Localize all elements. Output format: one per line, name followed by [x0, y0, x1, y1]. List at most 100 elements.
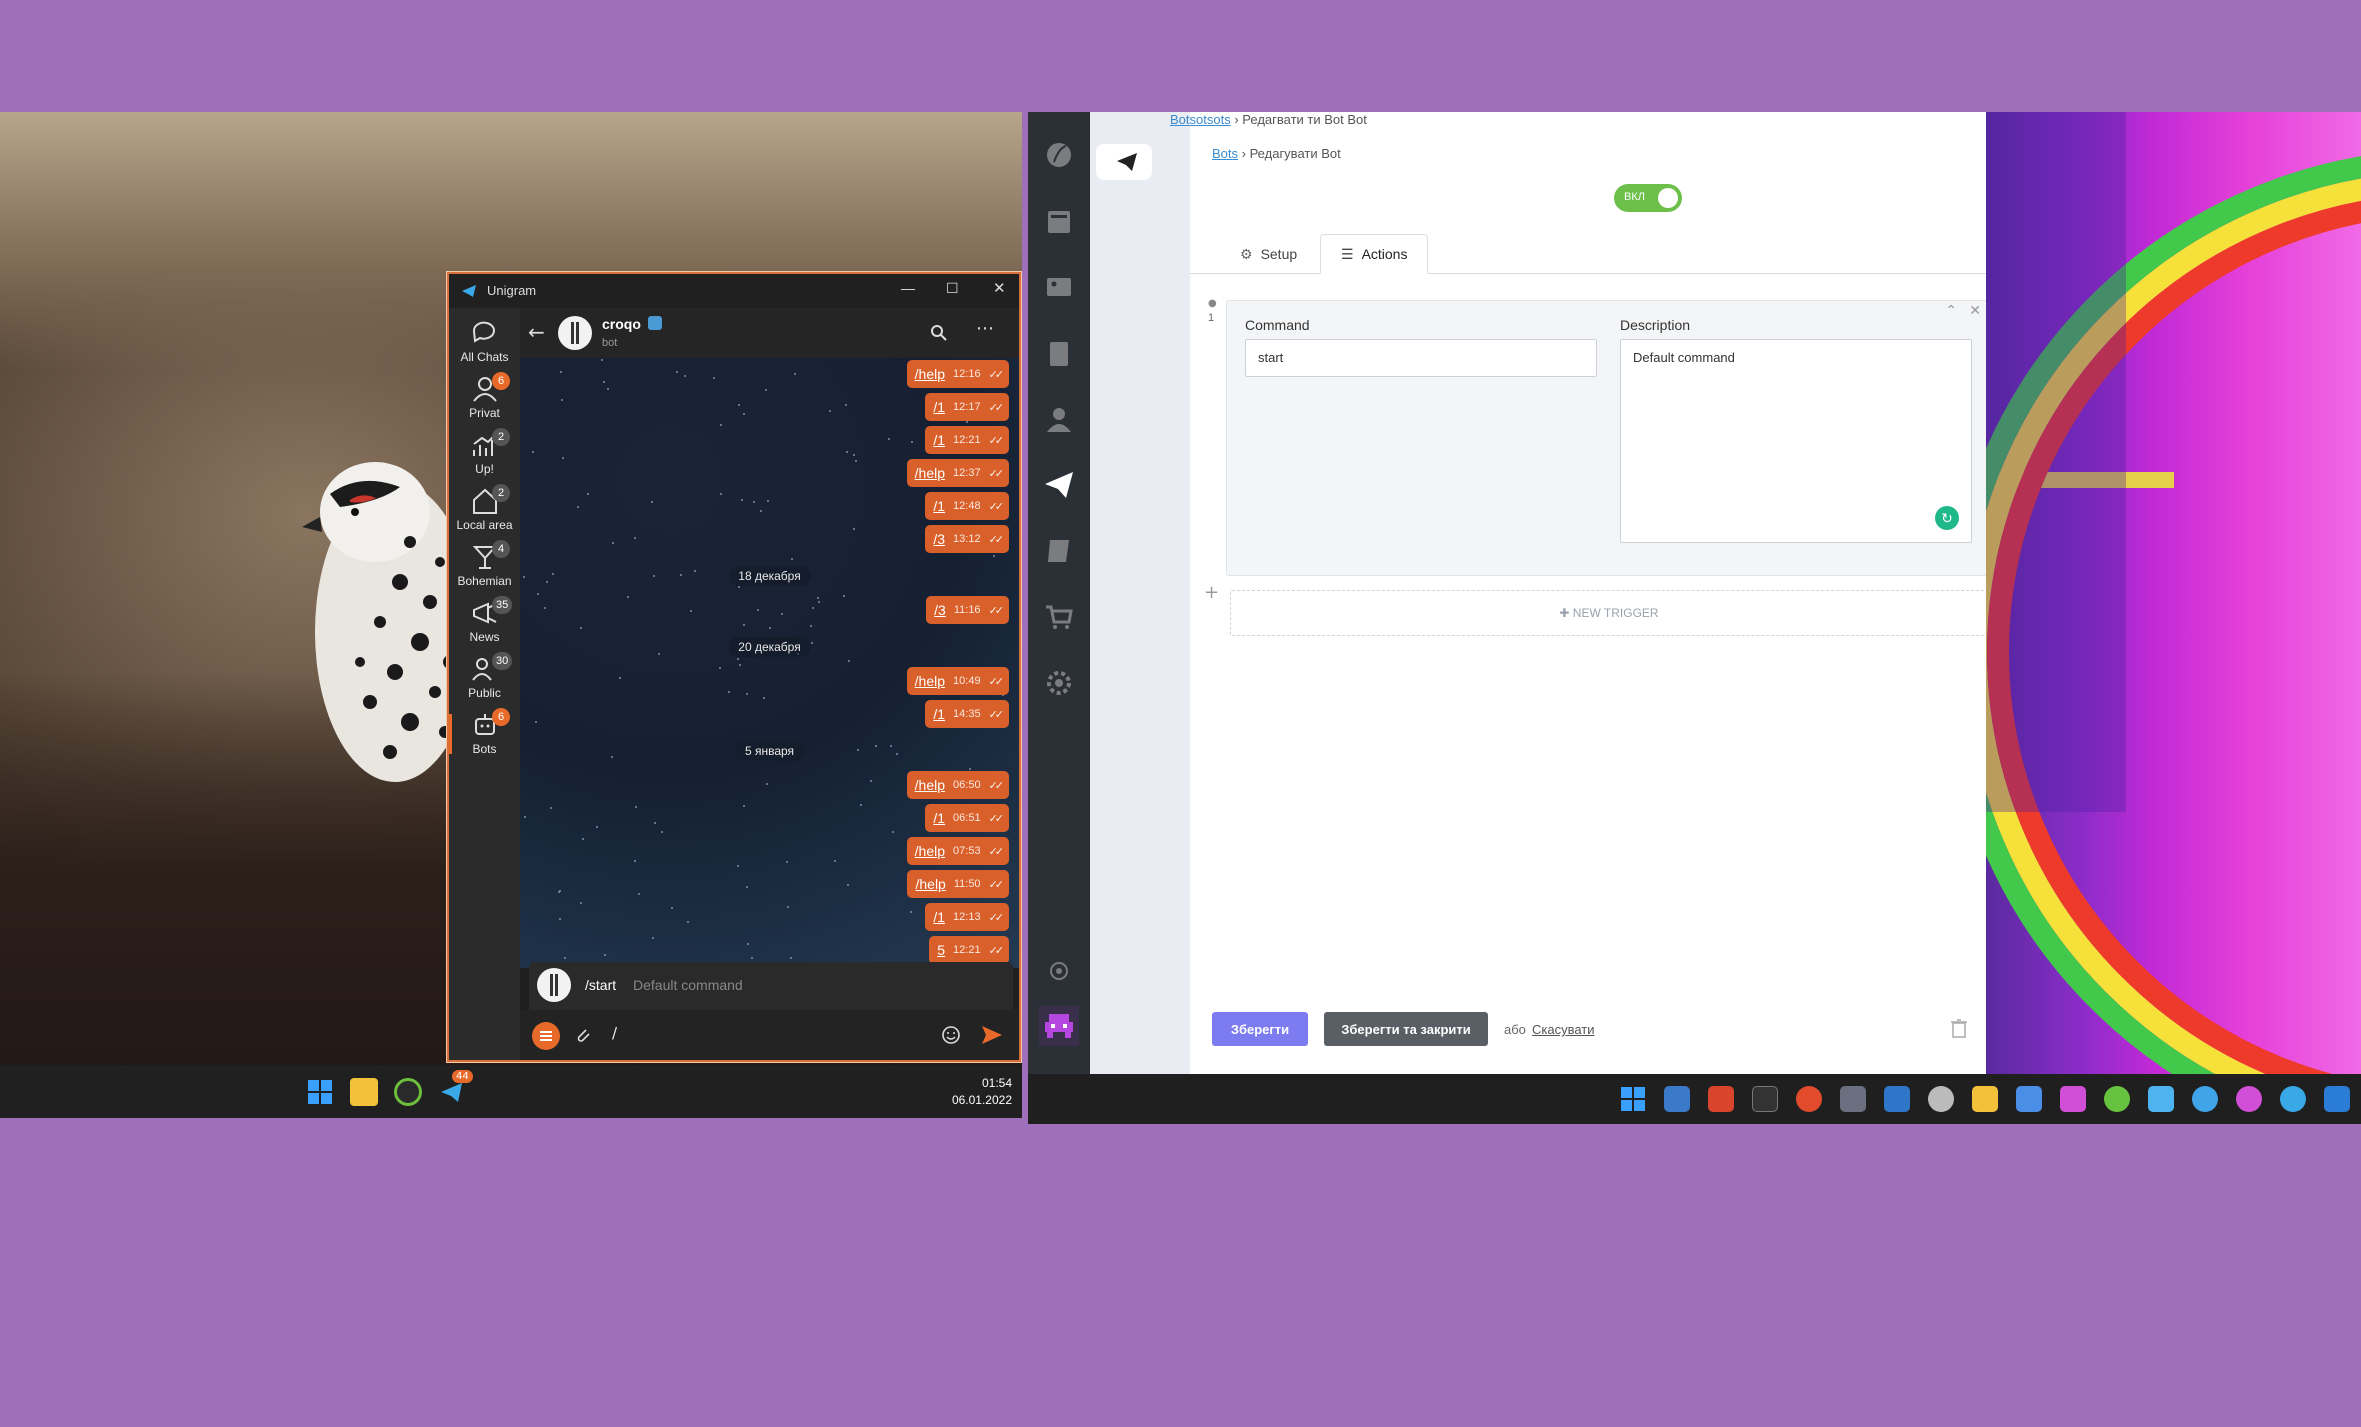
- outgoing-message[interactable]: /help 10:49 ✓✓: [906, 667, 1009, 695]
- record-icon[interactable]: [1796, 1086, 1822, 1112]
- message-text[interactable]: /help: [915, 673, 945, 689]
- green-app-icon[interactable]: [2104, 1086, 2130, 1112]
- message-text[interactable]: /help: [915, 876, 945, 892]
- message-text[interactable]: 5: [937, 942, 945, 958]
- chat-messages-area[interactable]: /help 12:16 ✓✓ /1 12:17 ✓✓ /1 12:21 ✓✓ /help 12:37…: [520, 358, 1019, 968]
- windows-start-icon[interactable]: [306, 1078, 334, 1106]
- back-arrow-icon[interactable]: ←: [528, 320, 545, 344]
- telegram-taskbar-icon[interactable]: [2280, 1086, 2306, 1112]
- remove-action-icon[interactable]: ✕: [1969, 303, 1981, 319]
- message-text[interactable]: /help: [915, 465, 945, 481]
- outgoing-message[interactable]: /3 13:12 ✓✓: [925, 525, 1009, 553]
- outgoing-message[interactable]: /help 07:53 ✓✓: [906, 837, 1009, 865]
- message-input[interactable]: /: [612, 1024, 617, 1042]
- close-icon[interactable]: ✕: [993, 279, 1006, 297]
- tab-setup[interactable]: ⚙ Setup: [1220, 234, 1317, 274]
- cancel-link[interactable]: Скасувати: [1532, 1022, 1595, 1037]
- folder-privat[interactable]: 6 Privat: [449, 370, 520, 426]
- tab-actions[interactable]: ☰ Actions: [1320, 234, 1429, 274]
- send-icon[interactable]: [980, 1024, 1004, 1046]
- message-text[interactable]: /1: [933, 706, 945, 722]
- new-trigger-button[interactable]: ✚ NEW TRIGGER: [1230, 590, 1988, 636]
- outgoing-message[interactable]: /1 12:13 ✓✓: [925, 903, 1009, 931]
- command-input[interactable]: start: [1245, 339, 1597, 377]
- paper-plane-icon[interactable]: [1042, 468, 1076, 502]
- add-trigger-plus-icon[interactable]: +: [1204, 582, 1219, 603]
- settings-gear-icon[interactable]: [1042, 666, 1076, 700]
- image-icon[interactable]: [1042, 270, 1076, 304]
- telegram-taskbar-icon[interactable]: 44: [438, 1070, 473, 1106]
- outgoing-message[interactable]: 5 12:21 ✓✓: [929, 936, 1009, 964]
- message-text[interactable]: /1: [933, 810, 945, 826]
- hs-app-icon[interactable]: [394, 1078, 422, 1106]
- todo-icon[interactable]: [2016, 1086, 2042, 1112]
- app-icon[interactable]: [2060, 1086, 2086, 1112]
- cart-icon[interactable]: [1042, 600, 1076, 634]
- bot-enabled-toggle[interactable]: ВКЛ: [1614, 184, 1682, 212]
- message-text[interactable]: /3: [933, 531, 945, 547]
- description-textarea[interactable]: Default command ↻: [1620, 339, 1972, 543]
- folder-up[interactable]: 2 Up!: [449, 426, 520, 482]
- outgoing-message[interactable]: /help 12:16 ✓✓: [906, 360, 1009, 388]
- message-text[interactable]: /1: [933, 399, 945, 415]
- target-icon[interactable]: [1042, 954, 1076, 988]
- system-clock[interactable]: 01:54 06.01.2022: [952, 1075, 1012, 1109]
- outgoing-message[interactable]: /1 06:51 ✓✓: [925, 804, 1009, 832]
- save-button[interactable]: Зберегти: [1212, 1012, 1308, 1046]
- outgoing-message[interactable]: /1 12:21 ✓✓: [925, 426, 1009, 454]
- leaf-logo-icon[interactable]: [1042, 138, 1076, 172]
- grammarly-icon[interactable]: ↻: [1935, 506, 1959, 530]
- terminal-icon[interactable]: [1752, 1086, 1778, 1112]
- collapse-chevron-icon[interactable]: ⌃: [1945, 303, 1957, 319]
- outgoing-message[interactable]: /1 14:35 ✓✓: [925, 700, 1009, 728]
- outgoing-message[interactable]: /help 12:37 ✓✓: [906, 459, 1009, 487]
- more-icon[interactable]: ⋯: [976, 318, 994, 339]
- outgoing-message[interactable]: /1 12:17 ✓✓: [925, 393, 1009, 421]
- maximize-icon[interactable]: ☐: [946, 280, 959, 297]
- folder-bots[interactable]: 6 Bots: [449, 706, 520, 762]
- trash-icon[interactable]: [1950, 1018, 1968, 1038]
- file-explorer-icon[interactable]: [350, 1078, 378, 1106]
- folder-bohemian[interactable]: 4 Bohemian: [449, 538, 520, 594]
- message-text[interactable]: /1: [933, 432, 945, 448]
- folder-news[interactable]: 35 News: [449, 594, 520, 650]
- outgoing-message[interactable]: /help 06:50 ✓✓: [906, 771, 1009, 799]
- folder-all-chats[interactable]: All Chats: [449, 314, 520, 370]
- user-avatar-pixel[interactable]: [1039, 1006, 1079, 1046]
- message-text[interactable]: /3: [934, 602, 946, 618]
- vscode-icon[interactable]: [2324, 1086, 2350, 1112]
- message-text[interactable]: /help: [915, 843, 945, 859]
- outgoing-message[interactable]: /1 12:48 ✓✓: [925, 492, 1009, 520]
- news-icon[interactable]: [1042, 204, 1076, 238]
- store-icon[interactable]: [1664, 1086, 1690, 1112]
- bot-avatar[interactable]: [558, 316, 592, 350]
- paperclip-icon[interactable]: [574, 1026, 592, 1044]
- mail-icon[interactable]: [1884, 1086, 1910, 1112]
- documents-icon[interactable]: [1042, 336, 1076, 370]
- folder-public[interactable]: 30 Public: [449, 650, 520, 706]
- unigram-titlebar[interactable]: Unigram — ☐ ✕: [449, 274, 1019, 308]
- message-text[interactable]: /help: [915, 366, 945, 382]
- breadcrumb-link-bots-overlay[interactable]: Botsotsots: [1170, 112, 1231, 127]
- file-explorer-icon[interactable]: [1972, 1086, 1998, 1112]
- message-text[interactable]: /help: [915, 777, 945, 793]
- folder-blue-icon[interactable]: [2148, 1086, 2174, 1112]
- emoji-icon[interactable]: [941, 1025, 961, 1045]
- office-icon[interactable]: [1708, 1086, 1734, 1112]
- minimize-icon[interactable]: —: [901, 280, 915, 296]
- message-text[interactable]: /1: [933, 498, 945, 514]
- bot-command-suggestion[interactable]: /start Default command: [529, 962, 1013, 1010]
- calculator-icon[interactable]: [1840, 1086, 1866, 1112]
- outgoing-message[interactable]: /3 11:16 ✓✓: [926, 596, 1009, 624]
- book-icon[interactable]: [1042, 534, 1076, 568]
- breadcrumb-link-bots[interactable]: Bots: [1212, 146, 1238, 161]
- user-icon[interactable]: [1042, 402, 1076, 436]
- bot-menu-button[interactable]: [532, 1022, 560, 1050]
- edge-icon[interactable]: [2192, 1086, 2218, 1112]
- outgoing-message[interactable]: /help 11:50 ✓✓: [907, 870, 1009, 898]
- save-and-close-button[interactable]: Зберегти та закрити: [1324, 1012, 1488, 1046]
- folder-local-area[interactable]: 2 Local area: [449, 482, 520, 538]
- sub-nav-active-pill[interactable]: [1096, 144, 1152, 180]
- windows-start-icon[interactable]: [1620, 1086, 1646, 1112]
- message-text[interactable]: /1: [933, 909, 945, 925]
